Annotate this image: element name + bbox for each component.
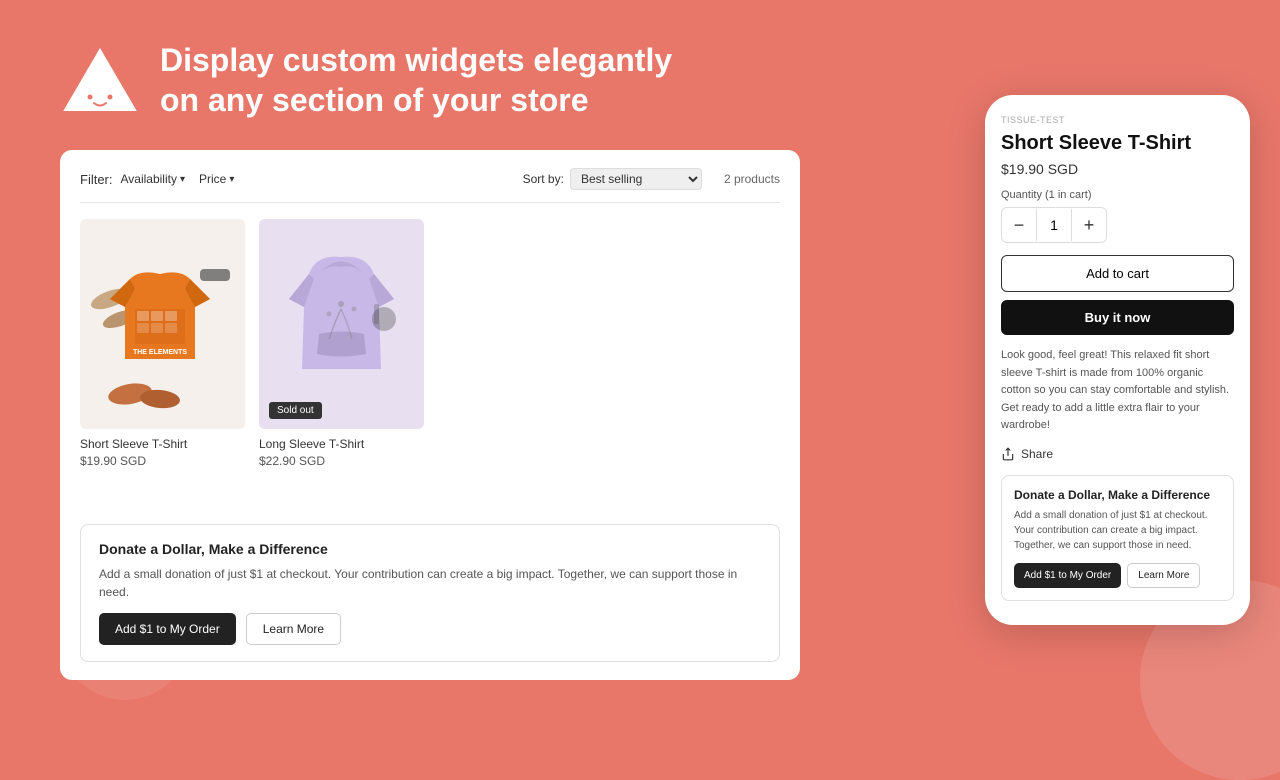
hero-text: Display custom widgets elegantly on any … — [160, 40, 672, 120]
mobile-buy-btn[interactable]: Buy it now — [1001, 300, 1234, 335]
right-section: TISSUE-TEST Short Sleeve T-Shirt $19.90 … — [985, 95, 1250, 625]
sort-label: Sort by: — [523, 172, 564, 186]
store-mockup: Filter: Availability Price Sort by: Best… — [60, 150, 800, 680]
svg-text:THE ELEMENTS: THE ELEMENTS — [133, 349, 187, 356]
products-grid: THE ELEMENTS Short Sleeve T-Shirt $19.90… — [80, 219, 780, 468]
donation-add-btn[interactable]: Add $1 to My Order — [99, 613, 236, 645]
product-card-2[interactable]: Sold out Long Sleeve T-Shirt $22.90 SGD — [259, 219, 424, 468]
donation-learn-btn[interactable]: Learn More — [246, 613, 341, 645]
mobile-add-cart-btn[interactable]: Add to cart — [1001, 255, 1234, 292]
hero-area: Display custom widgets elegantly on any … — [60, 40, 800, 120]
sold-out-badge: Sold out — [269, 402, 322, 419]
mobile-donation-learn-btn[interactable]: Learn More — [1127, 563, 1200, 588]
filter-label: Filter: — [80, 172, 113, 187]
donation-widget: Donate a Dollar, Make a Difference Add a… — [80, 524, 780, 662]
mobile-donation-desc: Add a small donation of just $1 at check… — [1014, 508, 1221, 553]
mobile-description: Look good, feel great! This relaxed fit … — [1001, 347, 1234, 435]
product-price-1: $19.90 SGD — [80, 454, 245, 468]
sort-select[interactable]: Best selling Price: Low to High Price: H… — [570, 168, 702, 190]
product-card-1[interactable]: THE ELEMENTS Short Sleeve T-Shirt $19.90… — [80, 219, 245, 468]
share-icon — [1001, 447, 1015, 461]
mobile-donation-title: Donate a Dollar, Make a Difference — [1014, 488, 1221, 502]
sort-area: Sort by: Best selling Price: Low to High… — [523, 168, 780, 190]
donation-desc: Add a small donation of just $1 at check… — [99, 565, 761, 601]
product-name-1: Short Sleeve T-Shirt — [80, 437, 245, 451]
hero-title-line1: Display custom widgets elegantly — [160, 42, 672, 78]
donation-title: Donate a Dollar, Make a Difference — [99, 541, 761, 557]
price-filter[interactable]: Price — [199, 172, 234, 186]
product-name-2: Long Sleeve T-Shirt — [259, 437, 424, 451]
mobile-price: $19.90 SGD — [1001, 161, 1234, 177]
mobile-frame: TISSUE-TEST Short Sleeve T-Shirt $19.90 … — [985, 95, 1250, 625]
products-count: 2 products — [724, 172, 780, 186]
mobile-donation-add-btn[interactable]: Add $1 to My Order — [1014, 563, 1121, 588]
qty-increase-btn[interactable]: + — [1072, 208, 1106, 242]
product-image-2: Sold out — [259, 219, 424, 429]
hero-title-line2: on any section of your store — [160, 82, 589, 118]
mobile-product-title: Short Sleeve T-Shirt — [1001, 131, 1234, 155]
qty-value: 1 — [1036, 209, 1072, 241]
product-image-1: THE ELEMENTS — [80, 219, 245, 429]
left-section: Display custom widgets elegantly on any … — [0, 0, 840, 720]
mobile-store-label: TISSUE-TEST — [1001, 115, 1234, 125]
mobile-qty-control: − 1 + — [1001, 207, 1107, 243]
mobile-share[interactable]: Share — [1001, 447, 1234, 461]
availability-filter[interactable]: Availability — [121, 172, 186, 186]
logo-icon — [60, 45, 140, 115]
mobile-quantity-label: Quantity (1 in cart) — [1001, 189, 1234, 201]
mobile-donation-widget: Donate a Dollar, Make a Difference Add a… — [1001, 475, 1234, 601]
product-price-2: $22.90 SGD — [259, 454, 424, 468]
share-label: Share — [1021, 447, 1053, 461]
filter-bar: Filter: Availability Price Sort by: Best… — [80, 168, 780, 203]
mobile-donation-buttons: Add $1 to My Order Learn More — [1014, 563, 1221, 588]
qty-decrease-btn[interactable]: − — [1002, 208, 1036, 242]
donation-buttons: Add $1 to My Order Learn More — [99, 613, 761, 645]
